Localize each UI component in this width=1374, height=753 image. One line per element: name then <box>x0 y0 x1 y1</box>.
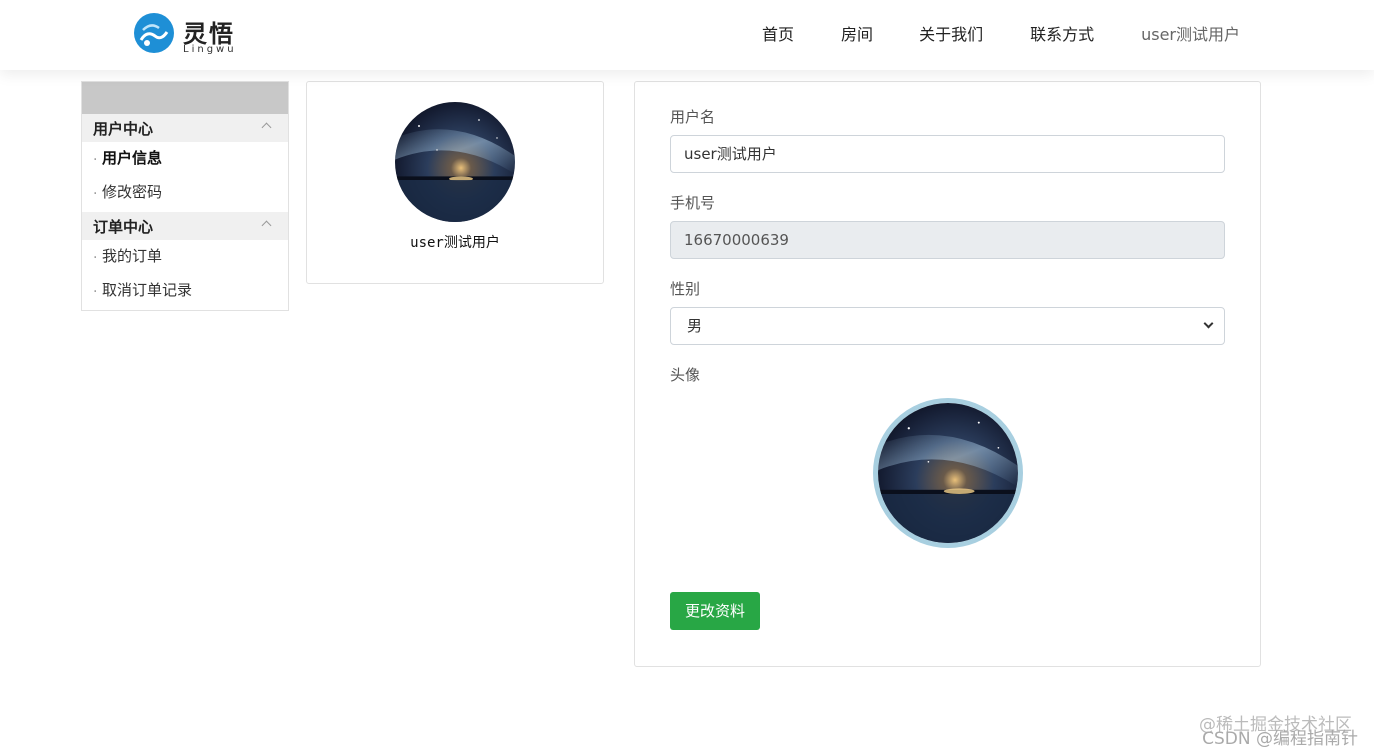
sidebar-group-title: 订单中心 <box>93 218 154 236</box>
nav-rooms[interactable]: 房间 <box>841 22 873 48</box>
sidebar-group-user-center[interactable]: 用户中心 <box>82 114 288 142</box>
sidebar-item-label: 修改密码 <box>102 183 163 201</box>
gender-label: 性别 <box>670 280 701 298</box>
username-label: 用户名 <box>670 108 716 126</box>
nav-user-account[interactable]: user测试用户 <box>1141 22 1240 48</box>
chevron-up-icon <box>261 220 272 231</box>
watermark-csdn: CSDN @编程指南针 <box>1202 729 1358 749</box>
brand-logo[interactable]: 灵悟 Lingwu <box>133 10 243 58</box>
sidebar-item-label: 用户信息 <box>102 149 163 167</box>
sidebar-group-order-center[interactable]: 订单中心 <box>82 212 288 240</box>
phone-input: 16670000639 <box>670 221 1225 259</box>
update-profile-button[interactable]: 更改资料 <box>670 592 760 630</box>
main-nav: 首页 房间 关于我们 联系方式 user测试用户 <box>762 22 1240 48</box>
sidebar-item-cancelled-orders[interactable]: . 取消订单记录 <box>82 274 288 308</box>
user-info-form: 用户名 user测试用户 手机号 16670000639 性别 男 头像 更改资… <box>634 81 1261 667</box>
sidebar-item-label: 取消订单记录 <box>102 281 193 299</box>
sidebar: 用户中心 . 用户信息 . 修改密码 订单中心 . 我的订单 . 取消订单记录 <box>81 81 289 311</box>
chevron-up-icon <box>261 122 272 133</box>
sidebar-item-my-orders[interactable]: . 我的订单 <box>82 240 288 274</box>
profile-card: user测试用户 <box>306 81 604 284</box>
phone-label: 手机号 <box>670 194 716 212</box>
sidebar-group-title: 用户中心 <box>93 120 154 138</box>
profile-username: user测试用户 <box>410 235 500 251</box>
avatar <box>395 102 515 222</box>
logo-swirl-icon <box>134 13 174 53</box>
sidebar-item-label: 我的订单 <box>102 247 163 265</box>
top-header: 灵悟 Lingwu 首页 房间 关于我们 联系方式 user测试用户 <box>0 0 1374 70</box>
nav-contact[interactable]: 联系方式 <box>1030 22 1094 48</box>
logo-text-en: Lingwu <box>183 44 237 55</box>
sidebar-item-user-info[interactable]: . 用户信息 <box>82 142 288 176</box>
gender-select[interactable]: 男 <box>670 307 1225 345</box>
sidebar-item-change-password[interactable]: . 修改密码 <box>82 176 288 210</box>
chevron-down-icon <box>1203 318 1214 329</box>
gender-selected-value: 男 <box>687 317 703 335</box>
username-input[interactable]: user测试用户 <box>670 135 1225 173</box>
nav-about[interactable]: 关于我们 <box>919 22 983 48</box>
avatar-label: 头像 <box>670 366 701 384</box>
avatar-upload[interactable] <box>873 398 1023 548</box>
nav-home[interactable]: 首页 <box>762 22 794 48</box>
sidebar-header-bar <box>82 82 288 114</box>
